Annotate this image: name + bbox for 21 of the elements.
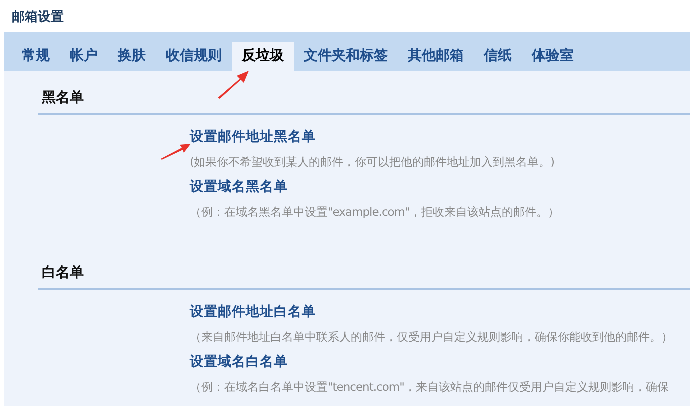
tab[interactable]: 帐户 (60, 42, 108, 71)
tab[interactable]: 体验室 (522, 42, 584, 71)
settings-link[interactable]: 设置域名黑名单 (190, 175, 288, 200)
settings-link[interactable]: 设置邮件地址白名单 (190, 300, 316, 325)
section-heading: 白名单 (38, 258, 690, 290)
description-text: （例：在域名黑名单中设置"example.com"，拒收来自该站点的邮件。） (190, 204, 560, 221)
description-text: (如果你不希望收到某人的邮件，你可以把他的邮件地址加入到黑名单。) (190, 154, 554, 171)
page-title: 邮箱设置 (11, 9, 65, 27)
tab[interactable]: 反垃圾 (232, 42, 294, 71)
tab[interactable]: 其他邮箱 (398, 42, 474, 71)
settings-link[interactable]: 设置域名白名单 (190, 350, 288, 375)
tab[interactable]: 常规 (12, 42, 60, 71)
tab[interactable]: 换肤 (108, 42, 156, 71)
section-heading: 黑名单 (38, 83, 690, 115)
description-text: （例：在域名白名单中设置"tencent.com"，来自该站点的邮件仅受用户自定义规则影响，确保 (190, 379, 669, 396)
arrow-icon (216, 70, 250, 100)
description-text: （来自邮件地址白名单中联系人的邮件，仅受用户自定义规则影响，确保你能收到他的邮件。） (190, 329, 673, 346)
tab[interactable]: 信纸 (474, 42, 522, 71)
settings-link[interactable]: 设置邮件地址黑名单 (190, 125, 316, 150)
tab[interactable]: 收信规则 (156, 42, 232, 71)
tab[interactable]: 文件夹和标签 (294, 42, 398, 71)
